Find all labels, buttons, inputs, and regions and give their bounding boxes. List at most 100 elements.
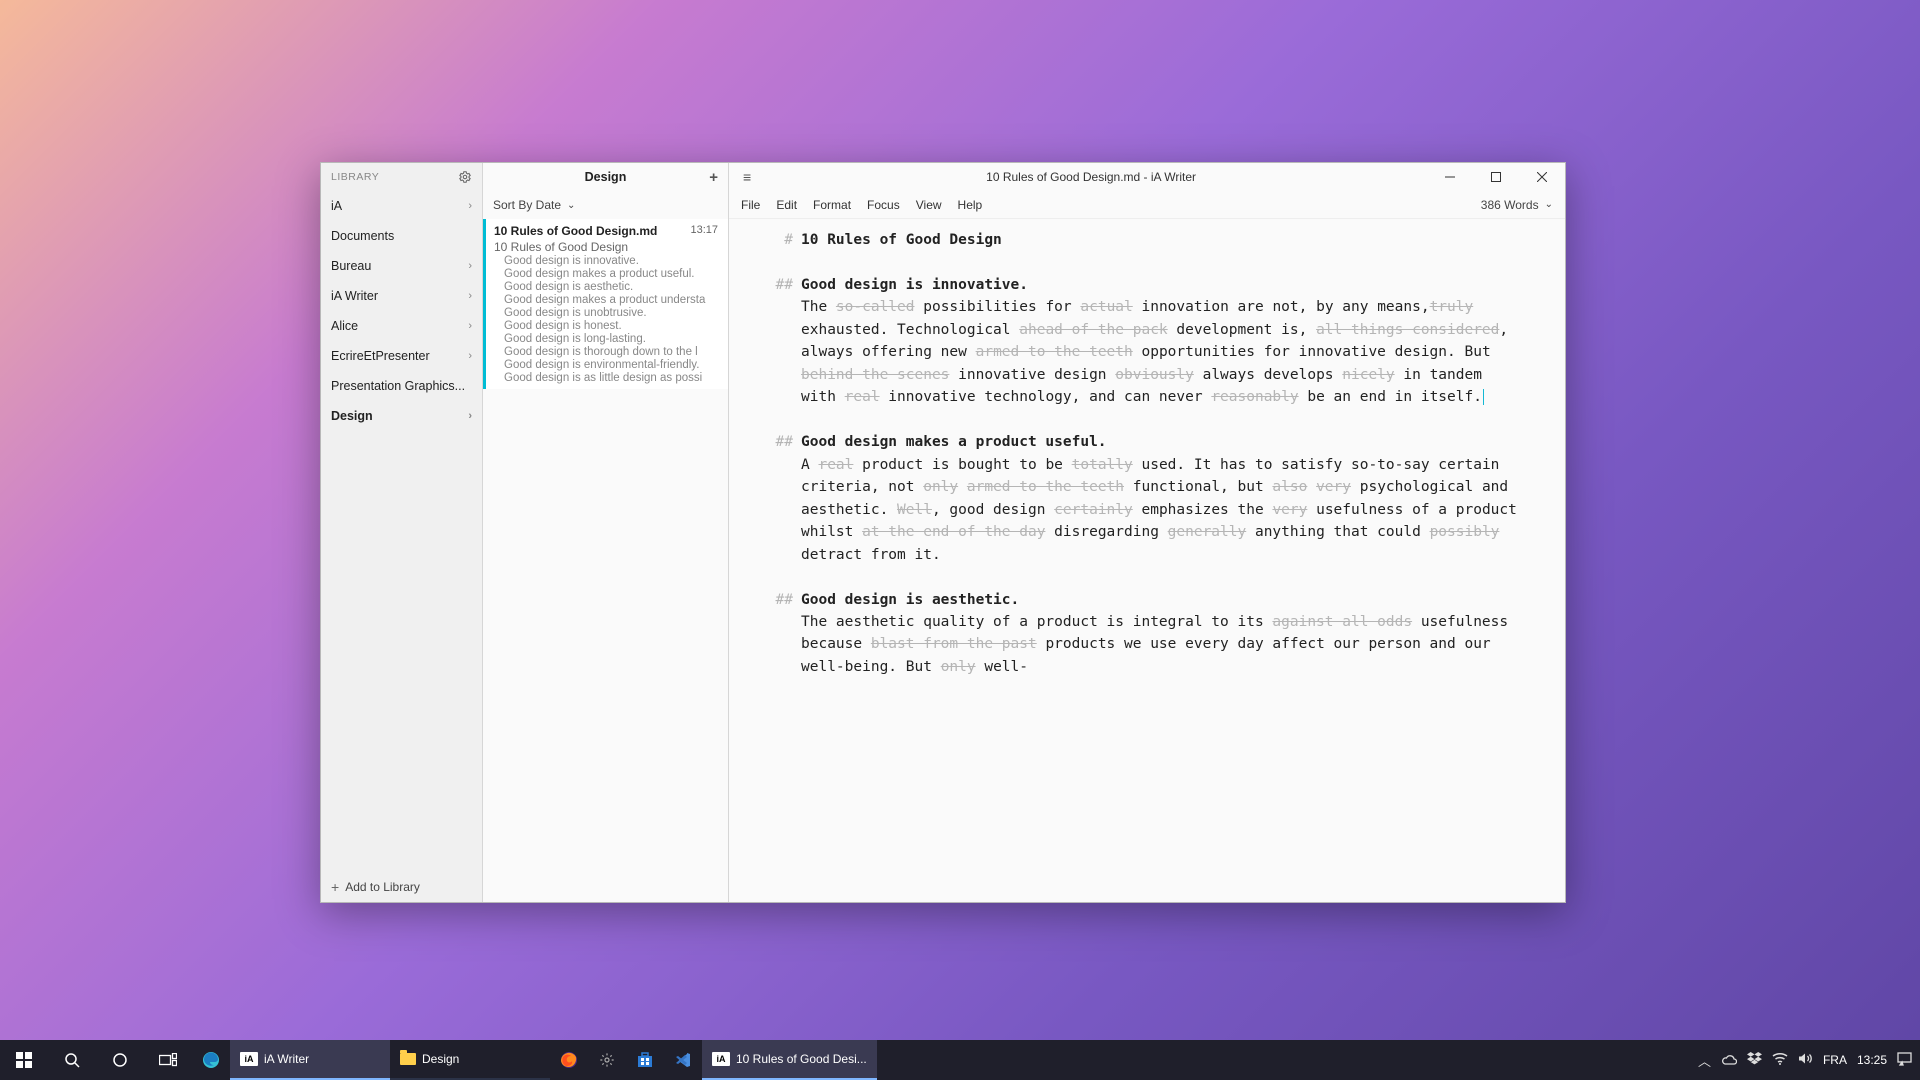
document-filename: 10 Rules of Good Design.md xyxy=(494,224,657,238)
chevron-right-icon: › xyxy=(468,320,472,332)
library-item-design[interactable]: Design› xyxy=(321,401,482,431)
add-to-library-button[interactable]: + Add to Library xyxy=(321,872,482,902)
heading-text[interactable]: Good design is innovative. xyxy=(801,274,1525,296)
search-icon xyxy=(63,1051,81,1069)
language-indicator[interactable]: FRA xyxy=(1823,1053,1847,1067)
library-item-ia[interactable]: iA› xyxy=(321,191,482,221)
paragraph-text[interactable]: The aesthetic quality of a product is in… xyxy=(801,611,1525,678)
preview-line: Good design is honest. xyxy=(494,320,718,332)
system-tray: ︿ FRA 13:25 xyxy=(1698,1040,1920,1080)
onedrive-icon[interactable] xyxy=(1721,1053,1737,1068)
chevron-right-icon: › xyxy=(468,200,472,212)
markdown-marker: ## xyxy=(729,431,801,453)
word-count[interactable]: 386 Words ⌄ xyxy=(1481,198,1553,212)
menu-edit[interactable]: Edit xyxy=(776,198,797,212)
library-item-documents[interactable]: Documents xyxy=(321,221,482,251)
library-item-iawriter[interactable]: iA Writer› xyxy=(321,281,482,311)
chevron-right-icon: › xyxy=(468,350,472,362)
titlebar[interactable]: ≡ 10 Rules of Good Design.md - iA Writer xyxy=(729,163,1565,191)
library-item-ecrireetpresenter[interactable]: EcrireEtPresenter› xyxy=(321,341,482,371)
vscode-icon xyxy=(674,1051,692,1069)
store-icon xyxy=(636,1051,654,1069)
editor-body[interactable]: #10 Rules of Good Design##Good design is… xyxy=(729,219,1565,902)
circle-icon xyxy=(111,1051,129,1069)
markdown-marker: ## xyxy=(729,274,801,296)
firefox-icon xyxy=(560,1051,578,1069)
menu-help[interactable]: Help xyxy=(958,198,983,212)
document-preview: Good design is innovative. Good design ma… xyxy=(494,255,718,384)
menu-file[interactable]: File xyxy=(741,198,760,212)
preview-line: Good design is long-lasting. xyxy=(494,333,718,345)
tray-chevron-up-icon[interactable]: ︿ xyxy=(1698,1051,1711,1070)
gear-icon[interactable] xyxy=(458,170,472,184)
library-list: iA› Documents Bureau› iA Writer› Alice› … xyxy=(321,191,482,872)
preview-line: Good design is as little design as possi xyxy=(494,372,718,384)
preview-line: Good design is innovative. xyxy=(494,255,718,267)
preview-line: Good design is aesthetic. xyxy=(494,281,718,293)
chevron-right-icon: › xyxy=(468,260,472,272)
taskbar-design-folder[interactable]: Design xyxy=(390,1040,550,1080)
preview-line: Good design is environmental-friendly. xyxy=(494,359,718,371)
library-label: LIBRARY xyxy=(331,171,379,183)
maximize-button[interactable] xyxy=(1473,163,1519,191)
markdown-marker xyxy=(729,611,801,678)
chevron-right-icon: › xyxy=(468,290,472,302)
library-item-presentation-graphics[interactable]: Presentation Graphics... xyxy=(321,371,482,401)
close-button[interactable] xyxy=(1519,163,1565,191)
document-entry[interactable]: 10 Rules of Good Design.md 13:17 10 Rule… xyxy=(483,219,728,389)
cortana-button[interactable] xyxy=(96,1040,144,1080)
dropbox-icon[interactable] xyxy=(1747,1052,1762,1068)
library-item-bureau[interactable]: Bureau› xyxy=(321,251,482,281)
document-list-pane: Design + Sort By Date ⌄ 10 Rules of Good… xyxy=(483,163,729,902)
markdown-marker xyxy=(729,454,801,566)
library-pane: LIBRARY iA› Documents Bureau› iA Writer›… xyxy=(321,163,483,902)
windows-icon xyxy=(15,1051,33,1069)
plus-icon: + xyxy=(331,879,339,895)
markdown-marker xyxy=(729,296,801,408)
edge-icon xyxy=(202,1051,220,1069)
edge-app-button[interactable] xyxy=(192,1040,230,1080)
heading-text[interactable]: Good design is aesthetic. xyxy=(801,589,1525,611)
sort-control[interactable]: Sort By Date ⌄ xyxy=(483,191,728,219)
clock[interactable]: 13:25 xyxy=(1857,1053,1887,1067)
library-item-alice[interactable]: Alice› xyxy=(321,311,482,341)
task-view-icon xyxy=(159,1051,177,1069)
window-title: 10 Rules of Good Design.md - iA Writer xyxy=(755,170,1427,184)
preview-line: Good design is unobtrusive. xyxy=(494,307,718,319)
task-view-button[interactable] xyxy=(144,1040,192,1080)
taskbar-iawriter-doc[interactable]: iA 10 Rules of Good Desi... xyxy=(702,1040,877,1080)
window-buttons xyxy=(1427,163,1565,191)
settings-icon xyxy=(598,1051,616,1069)
document-list-header: Design + xyxy=(483,163,728,191)
menu-focus[interactable]: Focus xyxy=(867,198,900,212)
heading-text[interactable]: 10 Rules of Good Design xyxy=(801,229,1525,251)
chevron-down-icon: ⌄ xyxy=(567,200,575,211)
editor-pane: ≡ 10 Rules of Good Design.md - iA Writer… xyxy=(729,163,1565,902)
preview-line: Good design makes a product understa xyxy=(494,294,718,306)
menu-format[interactable]: Format xyxy=(813,198,851,212)
preview-line: Good design is thorough down to the l xyxy=(494,346,718,358)
new-document-button[interactable]: + xyxy=(709,169,718,186)
ia-icon: iA xyxy=(240,1052,258,1066)
firefox-app-button[interactable] xyxy=(550,1040,588,1080)
document-subtitle: 10 Rules of Good Design xyxy=(494,240,718,254)
heading-text[interactable]: Good design makes a product useful. xyxy=(801,431,1525,453)
settings-app-button[interactable] xyxy=(588,1040,626,1080)
hamburger-icon[interactable]: ≡ xyxy=(739,169,755,185)
wifi-icon[interactable] xyxy=(1772,1053,1788,1068)
library-header: LIBRARY xyxy=(321,163,482,191)
taskbar-iawriter[interactable]: iA iA Writer xyxy=(230,1040,390,1080)
text-cursor xyxy=(1483,389,1484,405)
search-button[interactable] xyxy=(48,1040,96,1080)
paragraph-text[interactable]: The so-called possibilities for actual i… xyxy=(801,296,1525,408)
volume-icon[interactable] xyxy=(1798,1052,1813,1068)
vscode-app-button[interactable] xyxy=(664,1040,702,1080)
minimize-button[interactable] xyxy=(1427,163,1473,191)
action-center-icon[interactable] xyxy=(1897,1052,1912,1069)
menu-view[interactable]: View xyxy=(916,198,942,212)
start-button[interactable] xyxy=(0,1040,48,1080)
menus: File Edit Format Focus View Help xyxy=(741,198,982,212)
paragraph-text[interactable]: A real product is bought to be totally u… xyxy=(801,454,1525,566)
store-app-button[interactable] xyxy=(626,1040,664,1080)
chevron-down-icon: ⌄ xyxy=(1545,199,1553,210)
